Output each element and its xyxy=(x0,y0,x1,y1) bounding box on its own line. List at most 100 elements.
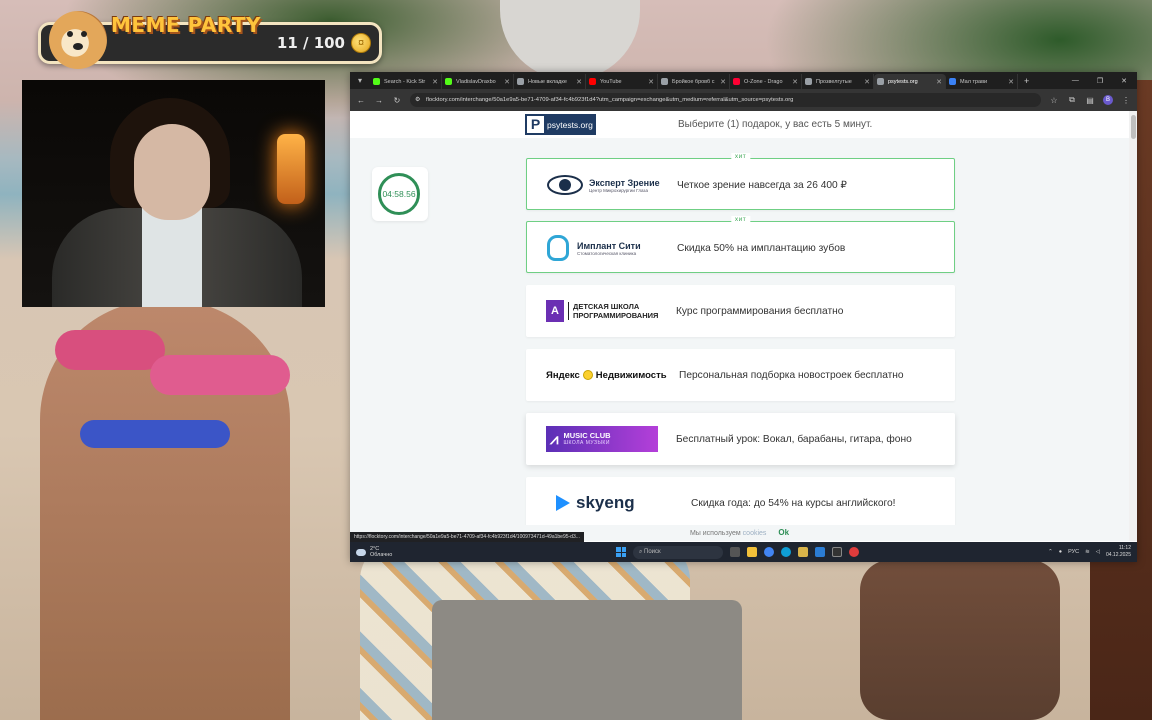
webcam-feed xyxy=(22,80,325,307)
offer-card-skyeng[interactable]: skyeng Скидка года: до 54% на курсы англ… xyxy=(526,477,955,529)
cookie-link[interactable]: cookies xyxy=(743,530,767,537)
browser-tab[interactable]: Search - Kick Str ✕ xyxy=(370,74,442,89)
tab-close-icon[interactable]: ✕ xyxy=(792,78,798,86)
page-header: P psytests.org Выберите (1) подарок, у в… xyxy=(350,111,1129,138)
tab-close-icon[interactable]: ✕ xyxy=(576,78,582,86)
recording-app-icon[interactable] xyxy=(849,547,859,557)
reload-icon[interactable]: ↻ xyxy=(392,96,402,105)
tab-label: VladislavDraxbo xyxy=(456,78,496,85)
browser-tab[interactable]: Бройкое бровб с ✕ xyxy=(658,74,730,89)
tab-close-icon[interactable]: ✕ xyxy=(936,78,942,86)
clock-time: 11:12 xyxy=(1118,545,1131,551)
streamer-shirt xyxy=(142,208,202,307)
browser-tab[interactable]: Новые вкладке ✕ xyxy=(514,74,586,89)
browser-tab[interactable]: Мал трави ✕ xyxy=(946,74,1018,89)
tab-label: Мал трави xyxy=(960,78,988,85)
browser-tab[interactable]: Прозвелгутые ✕ xyxy=(802,74,874,89)
bookmark-star-icon[interactable]: ☆ xyxy=(1049,96,1059,105)
tab-label: O-Zone - Drago xyxy=(744,78,783,85)
edge-icon[interactable] xyxy=(781,547,791,557)
tab-favicon-icon xyxy=(877,78,884,85)
tab-close-icon[interactable]: ✕ xyxy=(432,78,438,86)
browser-tab[interactable]: VladislavDraxbo ✕ xyxy=(442,74,514,89)
taskbar-clock[interactable]: 11:12 04.12.2025 xyxy=(1106,545,1131,559)
background-pants xyxy=(432,600,742,720)
close-icon[interactable]: ✕ xyxy=(1121,77,1127,85)
file-explorer-icon[interactable] xyxy=(747,547,757,557)
music-club-icon: ⩘ xyxy=(550,430,559,448)
tab-label: YouTube xyxy=(600,78,622,85)
sidebar-icon[interactable]: ▤ xyxy=(1085,96,1095,105)
offer-card-music-club[interactable]: ⩘ MUSIC CLUB ШКОЛА МУЗЫКИ Бесплатный уро… xyxy=(526,413,955,465)
task-view-icon[interactable] xyxy=(730,547,740,557)
minimize-icon[interactable]: — xyxy=(1072,77,1079,85)
offer-text: Скидка года: до 54% на курсы английского… xyxy=(691,497,896,509)
tab-close-icon[interactable]: ✕ xyxy=(504,78,510,86)
brand-name: MUSIC CLUB xyxy=(563,431,611,440)
offer-text: Персональная подборка новостроек бесплат… xyxy=(679,369,904,381)
system-tray: ⌃ ● РУС ≋ ◁ 11:12 04.12.2025 xyxy=(1048,545,1131,559)
browser-tab[interactable]: YouTube ✕ xyxy=(586,74,658,89)
browser-tab[interactable]: psytests.org ✕ xyxy=(874,74,946,89)
browser-tab[interactable]: O-Zone - Drago ✕ xyxy=(730,74,802,89)
offer-text: Бесплатный урок: Вокал, барабаны, гитара… xyxy=(676,433,912,445)
page-scrollbar[interactable] xyxy=(1129,111,1137,541)
offer-card-coding-school[interactable]: A ДЕТСКАЯ ШКОЛА ПРОГРАММИРОВАНИЯ Курс пр… xyxy=(526,285,955,337)
offer-card-yandex-nedvizhimost[interactable]: Яндекс Недвижимость Персональная подборк… xyxy=(526,349,955,401)
clock-date: 04.12.2025 xyxy=(1105,552,1131,558)
app-icon[interactable] xyxy=(798,547,808,557)
site-info-icon[interactable]: ⚙ xyxy=(415,93,420,107)
cookie-ok-button[interactable]: Ok xyxy=(778,528,789,537)
chrome-icon[interactable] xyxy=(764,547,774,557)
tab-close-icon[interactable]: ✕ xyxy=(1008,78,1014,86)
doge-icon xyxy=(49,11,107,69)
tray-app-icon[interactable]: ● xyxy=(1059,549,1062,555)
logo-mark: P xyxy=(527,116,544,133)
music-club-logo: ⩘ MUSIC CLUB ШКОЛА МУЗЫКИ xyxy=(546,413,671,465)
tab-close-icon[interactable]: ✕ xyxy=(648,78,654,86)
new-tab-button[interactable]: + xyxy=(1024,76,1029,86)
lang-indicator[interactable]: РУС xyxy=(1068,549,1079,555)
tab-close-icon[interactable]: ✕ xyxy=(720,78,726,86)
offer-card-ekspert-zrenie[interactable]: хит Эксперт Зрение Центр Микрохирургии Г… xyxy=(526,153,955,210)
taskbar-search-label: Поиск xyxy=(644,548,661,555)
store-icon[interactable] xyxy=(815,547,825,557)
forward-icon[interactable]: → xyxy=(374,96,384,105)
weather-widget[interactable]: 2°C Облачно xyxy=(356,546,436,558)
windows-start-icon[interactable] xyxy=(616,547,626,557)
brand-name: Имплант Сити xyxy=(577,240,641,251)
brand-product: Недвижимость xyxy=(595,369,667,381)
streamer-face xyxy=(134,124,210,220)
extensions-icon[interactable]: ⧉ xyxy=(1067,95,1077,105)
tab-close-icon[interactable]: ✕ xyxy=(864,78,870,86)
yandex-nedvizhimost-logo: Яндекс Недвижимость xyxy=(546,349,671,401)
tab-favicon-icon xyxy=(517,78,524,85)
menu-icon[interactable]: ⋮ xyxy=(1121,96,1131,105)
psytests-logo[interactable]: P psytests.org xyxy=(525,114,596,135)
background-detail xyxy=(150,355,290,395)
offer-card-implant-siti[interactable]: хит Имплант Сити Стоматологическая клини… xyxy=(526,216,955,273)
obs-icon[interactable] xyxy=(832,547,842,557)
wifi-icon[interactable]: ≋ xyxy=(1085,549,1090,555)
lamp xyxy=(277,134,305,204)
yandex-dot-icon xyxy=(582,370,593,380)
maximize-icon[interactable]: ❐ xyxy=(1097,77,1103,85)
background-detail xyxy=(55,330,165,370)
tab-bar: ▾ Search - Kick Str ✕ VladislavDraxbo ✕ Новы… xyxy=(350,72,1137,89)
tray-chevron-icon[interactable]: ⌃ xyxy=(1048,549,1053,555)
windows-taskbar: 2°C Облачно ⌕ Поиск ⌃ ● РУС ≋ ◁ 11:12 04… xyxy=(350,542,1137,562)
web-page: P psytests.org Выберите (1) подарок, у в… xyxy=(350,111,1137,541)
cookie-text: Мы используем xyxy=(689,530,741,537)
tab-favicon-icon xyxy=(805,78,812,85)
volume-icon[interactable]: ◁ xyxy=(1096,549,1100,555)
tab-favicon-icon xyxy=(949,78,956,85)
tab-search-icon[interactable]: ▾ xyxy=(354,75,366,87)
profile-avatar[interactable]: B xyxy=(1103,95,1113,105)
brand-subtitle: ШКОЛА МУЗЫКИ xyxy=(563,440,610,446)
background-legs xyxy=(860,560,1060,720)
page-title: Выберите (1) подарок, у вас есть 5 минут… xyxy=(678,119,873,130)
url-field[interactable]: ⚙ flocktory.com/interchange/50a1e9a5-be7… xyxy=(410,93,1041,107)
back-icon[interactable]: ← xyxy=(356,96,366,105)
taskbar-search[interactable]: ⌕ Поиск xyxy=(633,545,723,559)
scrollbar-thumb[interactable] xyxy=(1131,115,1136,139)
